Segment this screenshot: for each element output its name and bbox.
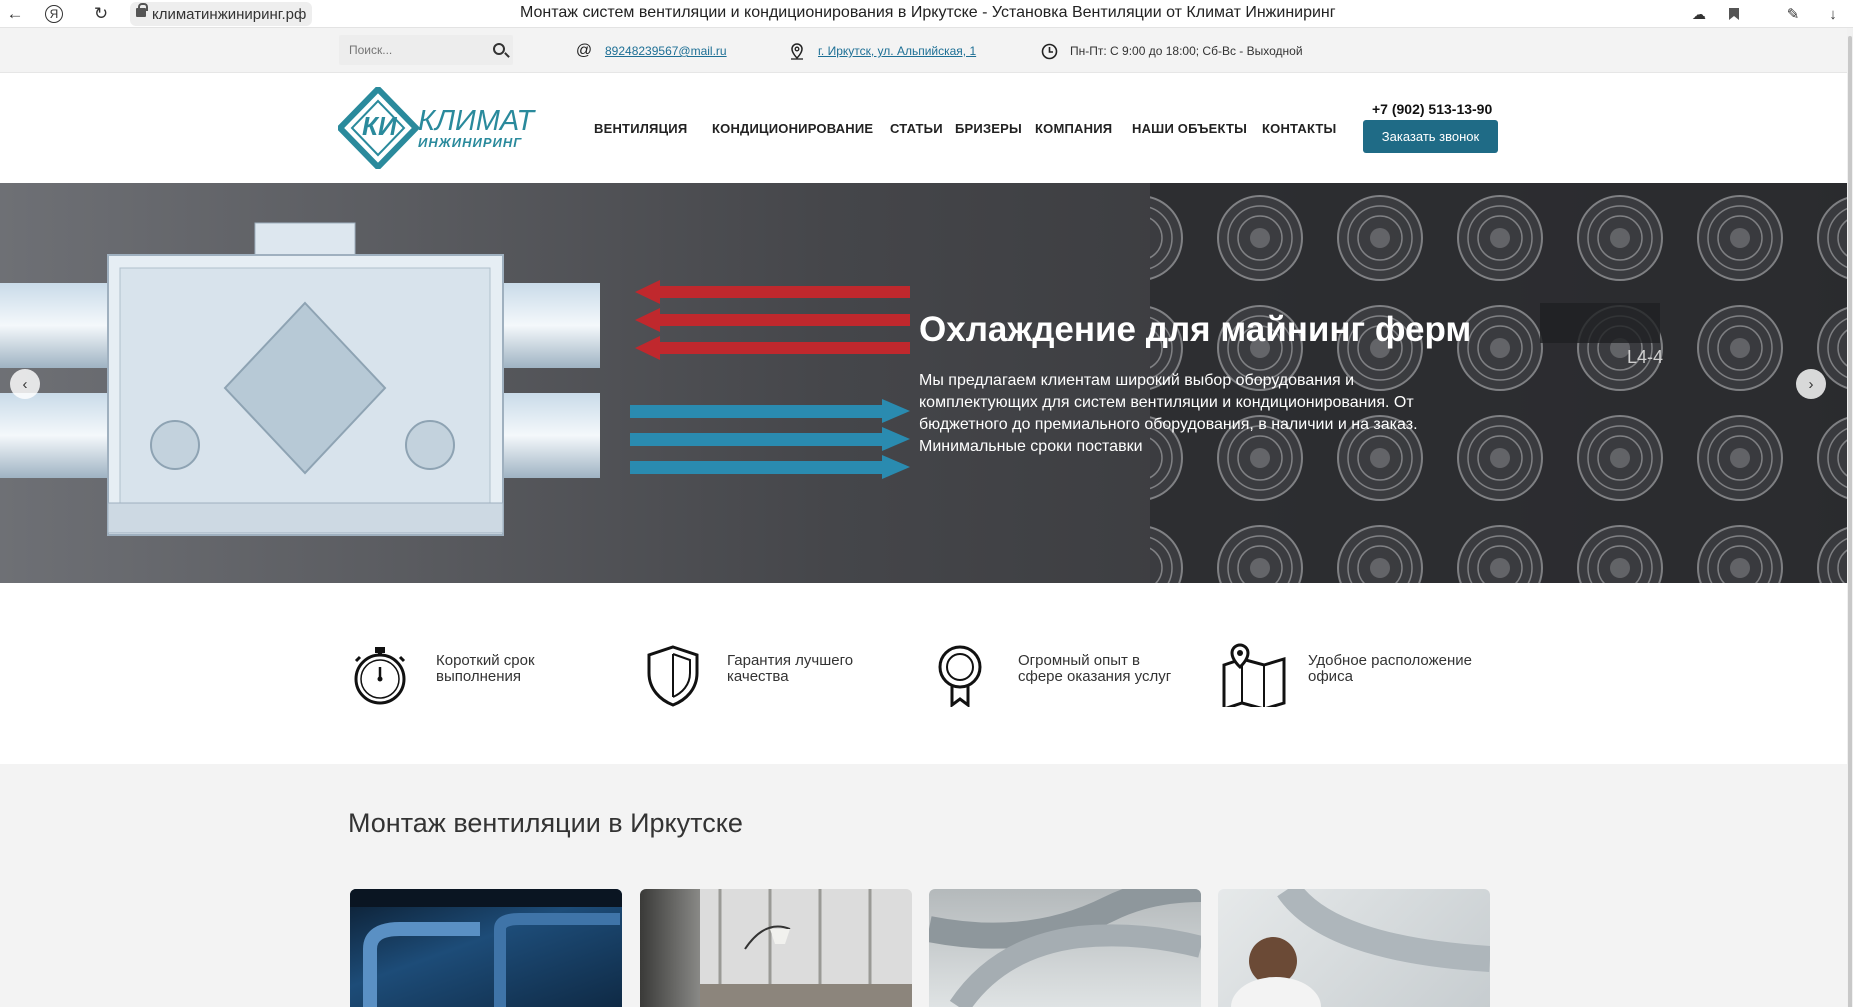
service-card[interactable] — [640, 889, 912, 1007]
clock-icon — [1040, 42, 1058, 60]
nav-ventilation[interactable]: ВЕНТИЛЯЦИЯ — [594, 121, 687, 136]
service-card-image — [700, 889, 912, 1007]
section-title: Монтаж вентиляции в Иркутске — [348, 808, 743, 838]
address-bar[interactable]: климатинжиниринг.рф — [130, 2, 313, 26]
hero-description: Мы предлагаем клиентам широкий выбор обо… — [919, 372, 1418, 455]
hours-text: Пн-Пт: С 9:00 до 18:00; Сб-Вс - Выходной — [1070, 44, 1303, 58]
reload-icon[interactable]: ↻ — [90, 3, 112, 25]
at-icon: @ — [575, 42, 593, 59]
protect-icon[interactable]: ☁ — [1688, 3, 1710, 25]
browser-page-title: Монтаж систем вентиляции и кондициониров… — [520, 4, 1336, 21]
address-link[interactable]: г. Иркутск, ул. Альпийская, 1 — [818, 44, 976, 58]
hero-slider: L4-4 Охлаждение для майнинг ферм Мы пред… — [0, 183, 1847, 583]
location-pin-icon — [788, 42, 806, 60]
nav-conditioning[interactable]: КОНДИЦИОНИРОВАНИЕ — [712, 121, 873, 136]
extensions-icon[interactable]: ✎ — [1782, 3, 1804, 25]
ventilation-section: Монтаж вентиляции в Иркутске — [0, 764, 1847, 1007]
bookmark-icon[interactable] — [1723, 3, 1745, 25]
service-card[interactable] — [350, 889, 622, 1007]
feature-text: Удобное расположение офиса — [1308, 652, 1472, 685]
nav-articles[interactable]: СТАТЬИ — [890, 121, 943, 136]
back-icon[interactable]: ← — [4, 3, 26, 25]
feature-text: Гарантия лучшего качества — [727, 652, 854, 685]
shield-icon — [647, 645, 699, 707]
award-icon — [938, 645, 982, 707]
feature-text: Короткий срок выполнения — [436, 652, 535, 685]
site-header: КИ КЛИМАТ ИНЖИНИРИНГ ВЕНТИЛЯЦИЯ КОНДИЦИО… — [0, 73, 1847, 183]
service-card-image — [350, 889, 622, 1007]
search-input[interactable] — [339, 35, 479, 65]
search-box — [339, 35, 513, 65]
nav-breezers[interactable]: БРИЗЕРЫ — [955, 121, 1022, 136]
logo-letters: КИ — [362, 111, 398, 141]
logo-word-1: КЛИМАТ — [418, 105, 536, 137]
service-card[interactable] — [1218, 889, 1490, 1007]
nav-contacts[interactable]: КОНТАКТЫ — [1262, 121, 1336, 136]
email-link[interactable]: 89248239567@mail.ru — [605, 44, 727, 58]
service-card-image — [1231, 889, 1490, 1007]
nav-company[interactable]: КОМПАНИЯ — [1035, 121, 1112, 136]
downloads-icon[interactable]: ↓ — [1822, 3, 1844, 25]
chevron-right-icon: › — [1808, 375, 1814, 393]
browser-toolbar: ← Я ↻ климатинжиниринг.рф Монтаж систем … — [0, 0, 1853, 28]
logo-word-2: ИНЖИНИРИНГ — [418, 135, 522, 150]
site-logo[interactable]: КИ КЛИМАТ ИНЖИНИРИНГ — [335, 84, 554, 172]
features-section: Короткий срок выполнения Гарантия лучшего… — [0, 583, 1847, 764]
slider-prev-button[interactable]: ‹ — [10, 369, 40, 399]
service-card[interactable] — [929, 889, 1201, 1007]
address-contact: г. Иркутск, ул. Альпийская, 1 — [788, 42, 976, 60]
map-icon — [1222, 643, 1286, 707]
page-scrollbar[interactable] — [1847, 28, 1853, 1007]
email-contact: @ 89248239567@mail.ru — [575, 42, 727, 60]
nav-objects[interactable]: НАШИ ОБЪЕКТЫ — [1132, 121, 1247, 136]
address-bar-url: климатинжиниринг.рф — [152, 5, 307, 23]
yandex-icon[interactable]: Я — [45, 5, 63, 23]
scrollbar-thumb[interactable] — [1848, 36, 1852, 1007]
panel-label: L4-4 — [1627, 347, 1663, 367]
working-hours: Пн-Пт: С 9:00 до 18:00; Сб-Вс - Выходной — [1040, 42, 1303, 60]
chevron-left-icon: ‹ — [22, 375, 28, 393]
slider-next-button[interactable]: › — [1796, 369, 1826, 399]
stopwatch-icon — [354, 647, 406, 705]
lock-icon — [136, 3, 148, 17]
top-info-bar: @ 89248239567@mail.ru г. Иркутск, ул. Ал… — [0, 28, 1847, 73]
feature-text: Огромный опыт в сфере оказания услуг — [1018, 652, 1172, 685]
hero-title: Охлаждение для майнинг ферм — [919, 310, 1472, 349]
service-card-image — [929, 889, 1201, 1007]
request-call-button[interactable]: Заказать звонок — [1363, 120, 1498, 153]
search-icon[interactable] — [493, 43, 505, 55]
header-phone[interactable]: +7 (902) 513-13-90 — [1372, 101, 1492, 117]
